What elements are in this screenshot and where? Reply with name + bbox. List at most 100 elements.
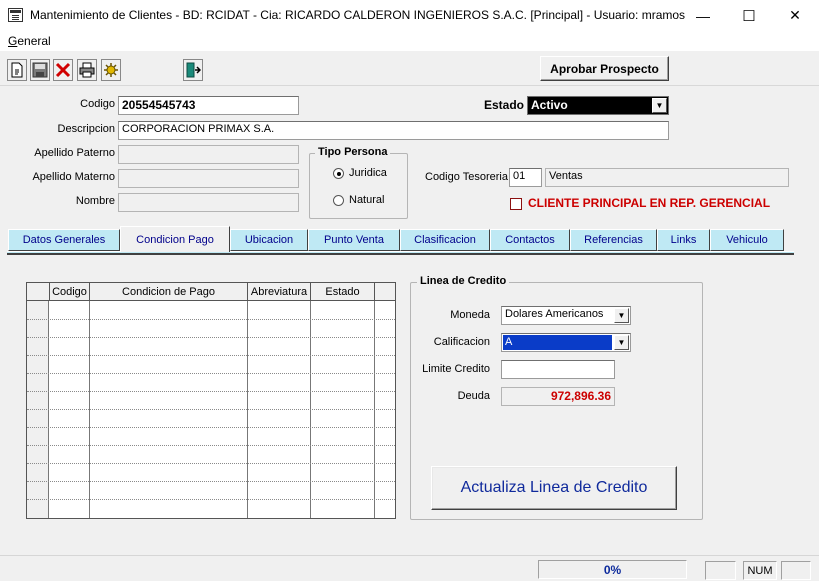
cliente-principal-label[interactable]: CLIENTE PRINCIPAL EN REP. GERENCIAL	[528, 196, 770, 210]
chevron-down-icon[interactable]: ▼	[614, 335, 629, 350]
tab-condicion-pago[interactable]: Condicion Pago	[120, 226, 230, 252]
cliente-principal-checkbox[interactable]	[510, 198, 522, 210]
tab-label: Ubicacion	[244, 234, 294, 246]
natural-label[interactable]: Natural	[349, 194, 384, 206]
tab-label: Condicion Pago	[136, 233, 214, 246]
descripcion-field[interactable]: CORPORACION PRIMAX S.A.	[118, 121, 669, 140]
maximize-icon: ☐	[742, 7, 756, 25]
close-button[interactable]: ✕	[772, 0, 818, 31]
tab-ubicacion[interactable]: Ubicacion	[230, 229, 308, 251]
minimize-icon: —	[696, 7, 710, 24]
status-panel-empty	[705, 561, 736, 580]
tab-label: Links	[670, 234, 697, 246]
limite-credito-label: Limite Credito	[422, 363, 490, 375]
save-disk-icon	[32, 62, 48, 78]
estado-select[interactable]: Activo ▼	[527, 96, 669, 115]
grid-header-filler	[375, 283, 395, 301]
print-icon	[79, 62, 95, 78]
calificacion-label: Calificacion	[433, 336, 490, 348]
num-lock-indicator: NUM	[743, 561, 777, 580]
tab-label: Punto Venta	[324, 234, 384, 246]
linea-credito-legend: Linea de Credito	[417, 275, 510, 287]
grid-row-line	[27, 499, 395, 500]
calificacion-select[interactable]: A ▼	[501, 333, 631, 352]
radio-juridica[interactable]	[333, 168, 344, 179]
grid-row-line	[27, 481, 395, 482]
delete-button[interactable]	[53, 59, 73, 81]
radio-natural[interactable]	[333, 195, 344, 206]
aprobar-prospecto-label: Aprobar Prospecto	[550, 61, 659, 76]
grid-row-line	[27, 355, 395, 356]
delete-x-icon	[55, 62, 71, 78]
tipo-persona-legend: Tipo Persona	[315, 146, 391, 158]
tab-referencias[interactable]: Referencias	[570, 229, 657, 251]
condicion-pago-grid[interactable]: Codigo Condicion de Pago Abreviatura Est…	[26, 282, 396, 519]
maximize-button[interactable]: ☐	[726, 0, 772, 31]
tools-icon	[104, 63, 118, 77]
save-button[interactable]	[30, 59, 50, 81]
grid-row-line	[27, 409, 395, 410]
grid-row-line	[27, 427, 395, 428]
juridica-label[interactable]: Juridica	[349, 167, 387, 179]
grid-row-line	[27, 445, 395, 446]
tab-vehiculo[interactable]: Vehiculo	[710, 229, 784, 251]
window-title: Mantenimiento de Clientes - BD: RCIDAT -…	[30, 8, 686, 22]
grid-row-line	[27, 373, 395, 374]
column-header-codigo[interactable]: Codigo	[50, 283, 90, 301]
actualiza-linea-credito-button[interactable]: Actualiza Linea de Credito	[431, 466, 677, 510]
actualiza-linea-credito-label: Actualiza Linea de Credito	[460, 479, 648, 496]
limite-credito-field[interactable]	[501, 360, 615, 379]
calificacion-value: A	[503, 335, 612, 350]
grid-corner	[27, 283, 50, 301]
estado-label: Estado	[484, 98, 525, 112]
apellido-materno-field[interactable]	[118, 169, 299, 188]
new-button[interactable]	[7, 59, 27, 81]
tab-label: Clasificacion	[414, 234, 476, 246]
grid-row-line	[27, 319, 395, 320]
chevron-down-icon[interactable]: ▼	[614, 308, 629, 323]
estado-value: Activo	[531, 98, 568, 112]
tab-links[interactable]: Links	[657, 229, 710, 251]
status-panel-empty	[781, 561, 811, 580]
tab-contactos[interactable]: Contactos	[490, 229, 570, 251]
codigo-field[interactable]: 20554545743	[118, 96, 299, 115]
print-button[interactable]	[77, 59, 97, 81]
grid-row-line	[27, 391, 395, 392]
deuda-value: 972,896.36	[501, 387, 615, 406]
minimize-button[interactable]: —	[680, 0, 726, 31]
nombre-field[interactable]	[118, 193, 299, 212]
tab-datos-generales[interactable]: Datos Generales	[8, 229, 120, 251]
nombre-label: Nombre	[75, 195, 115, 207]
exit-door-icon	[186, 62, 201, 78]
tipo-persona-group	[309, 153, 408, 219]
codigo-label: Codigo	[80, 98, 115, 110]
tab-punto-venta[interactable]: Punto Venta	[308, 229, 400, 251]
codigo-tesoreria-label: Codigo Tesoreria	[425, 171, 508, 183]
exit-button[interactable]	[183, 59, 203, 81]
menu-bar	[0, 31, 819, 51]
chevron-down-icon[interactable]: ▼	[652, 98, 667, 113]
grid-row-line	[27, 337, 395, 338]
menu-general[interactable]: General	[8, 34, 51, 48]
column-header-estado[interactable]: Estado	[311, 283, 375, 301]
tools-button[interactable]	[101, 59, 121, 81]
moneda-select[interactable]: Dolares Americanos ▼	[501, 306, 631, 325]
apellido-paterno-label: Apellido Paterno	[34, 147, 115, 159]
moneda-label: Moneda	[450, 309, 490, 321]
tab-label: Referencias	[584, 234, 643, 246]
column-header-abreviatura[interactable]: Abreviatura	[248, 283, 311, 301]
grid-row-line	[27, 463, 395, 464]
tab-label: Contactos	[505, 234, 555, 246]
app-icon	[8, 8, 23, 22]
toolbar	[0, 52, 819, 86]
aprobar-prospecto-button[interactable]: Aprobar Prospecto	[540, 56, 669, 81]
new-document-icon	[11, 62, 23, 78]
moneda-value: Dolares Americanos	[505, 308, 604, 320]
tab-label: Datos Generales	[22, 234, 106, 246]
deuda-label: Deuda	[457, 390, 490, 402]
codigo-tesoreria-code-field[interactable]: 01	[509, 168, 542, 187]
column-header-condicion-pago[interactable]: Condicion de Pago	[90, 283, 248, 301]
tab-clasificacion[interactable]: Clasificacion	[400, 229, 490, 251]
apellido-paterno-field[interactable]	[118, 145, 299, 164]
apellido-materno-label: Apellido Materno	[32, 171, 115, 183]
